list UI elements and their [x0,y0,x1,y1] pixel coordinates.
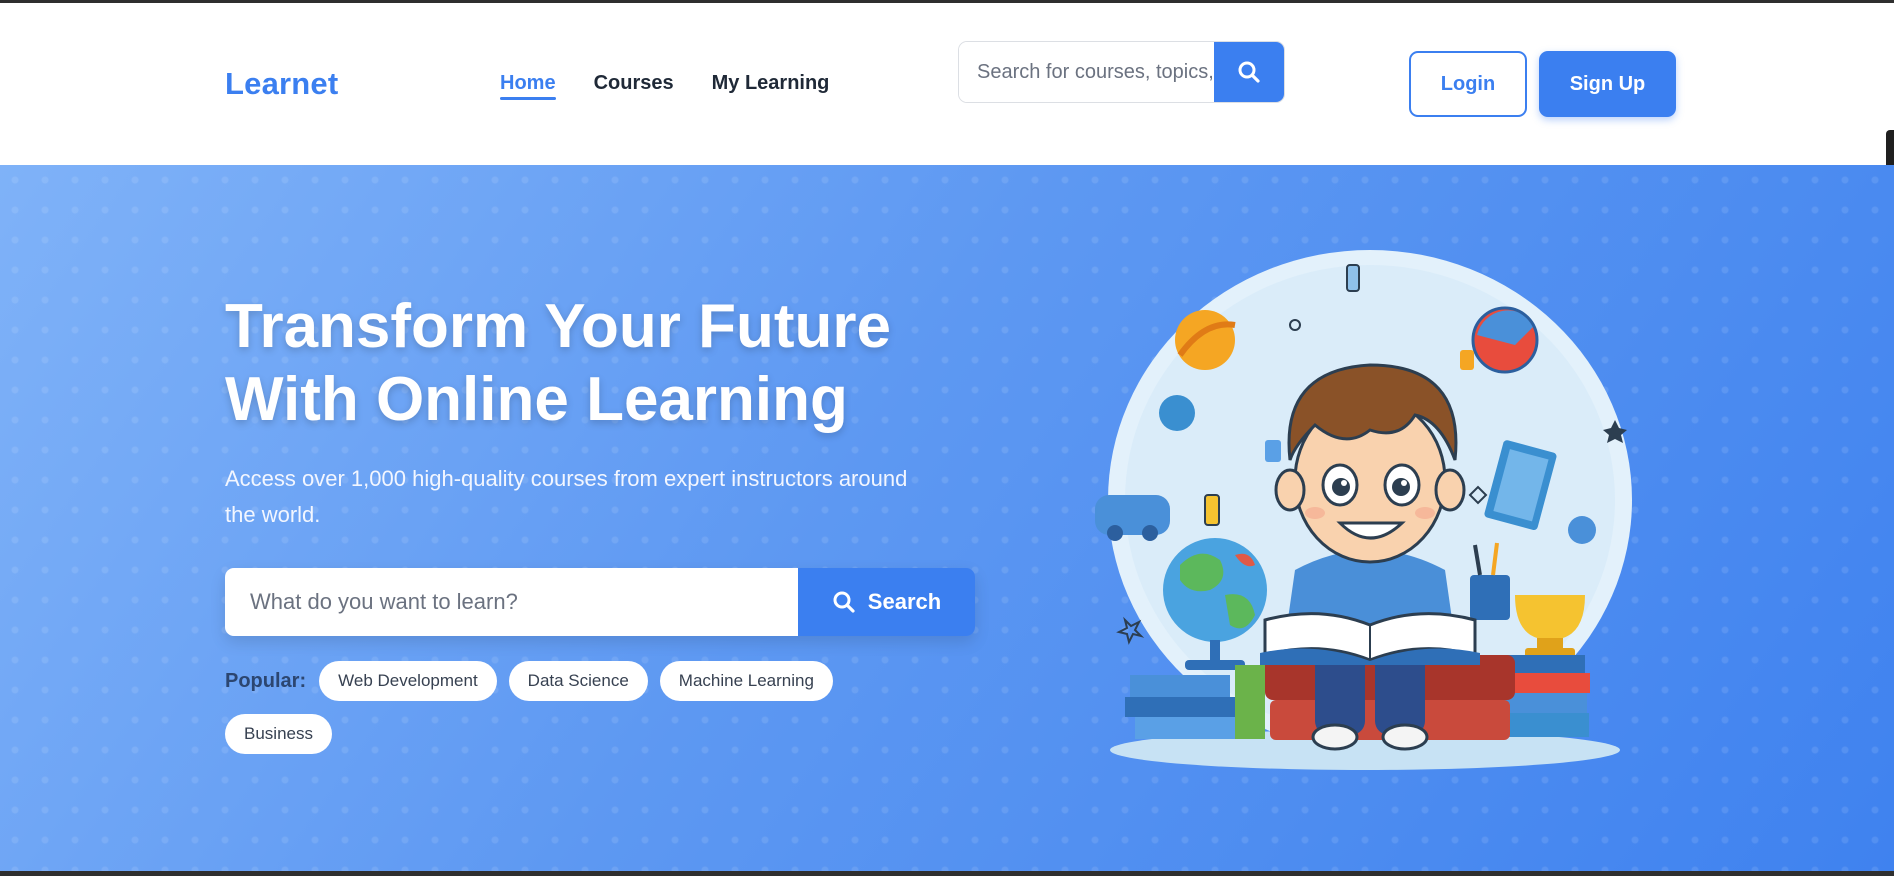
popular-tags: Popular: Web Development Data Science Ma… [225,661,925,754]
hero-title-line-2: With Online Learning [225,365,848,434]
logo[interactable]: Learnet [225,66,338,102]
header-search-button[interactable] [1214,42,1284,102]
tag-machine-learning[interactable]: Machine Learning [659,661,833,701]
hero-subtitle: Access over 1,000 high-quality courses f… [225,466,908,527]
main-nav: Home Courses My Learning [500,72,829,100]
boy-reading-book-illustration [1095,250,1632,770]
window-bottom-border [0,871,1894,876]
hero-section: Transform Your Future With Online Learni… [0,165,1894,871]
hero-search-button-label: Search [867,589,942,614]
tag-business[interactable]: Business [225,714,332,754]
search-icon [833,591,855,613]
site-header: Learnet Home Courses My Learning Login S… [0,3,1894,165]
popular-label: Popular: [225,669,307,692]
tag-data-science[interactable]: Data Science [508,661,648,701]
hero-title: Transform Your Future With Online Learni… [225,290,945,436]
hero-search-input[interactable] [225,568,798,636]
hero-search: Search [225,568,975,636]
nav-my-learning[interactable]: My Learning [712,72,830,100]
signup-button[interactable]: Sign Up [1539,51,1676,117]
nav-courses[interactable]: Courses [594,72,674,100]
header-search [958,41,1285,103]
header-search-input[interactable] [959,42,1214,102]
hero-search-button[interactable]: Search [798,568,975,636]
nav-home[interactable]: Home [500,72,556,100]
login-button[interactable]: Login [1409,51,1527,117]
search-icon [1238,61,1260,83]
hero-title-line-1: Transform Your Future [225,292,892,361]
tag-web-development[interactable]: Web Development [319,661,497,701]
